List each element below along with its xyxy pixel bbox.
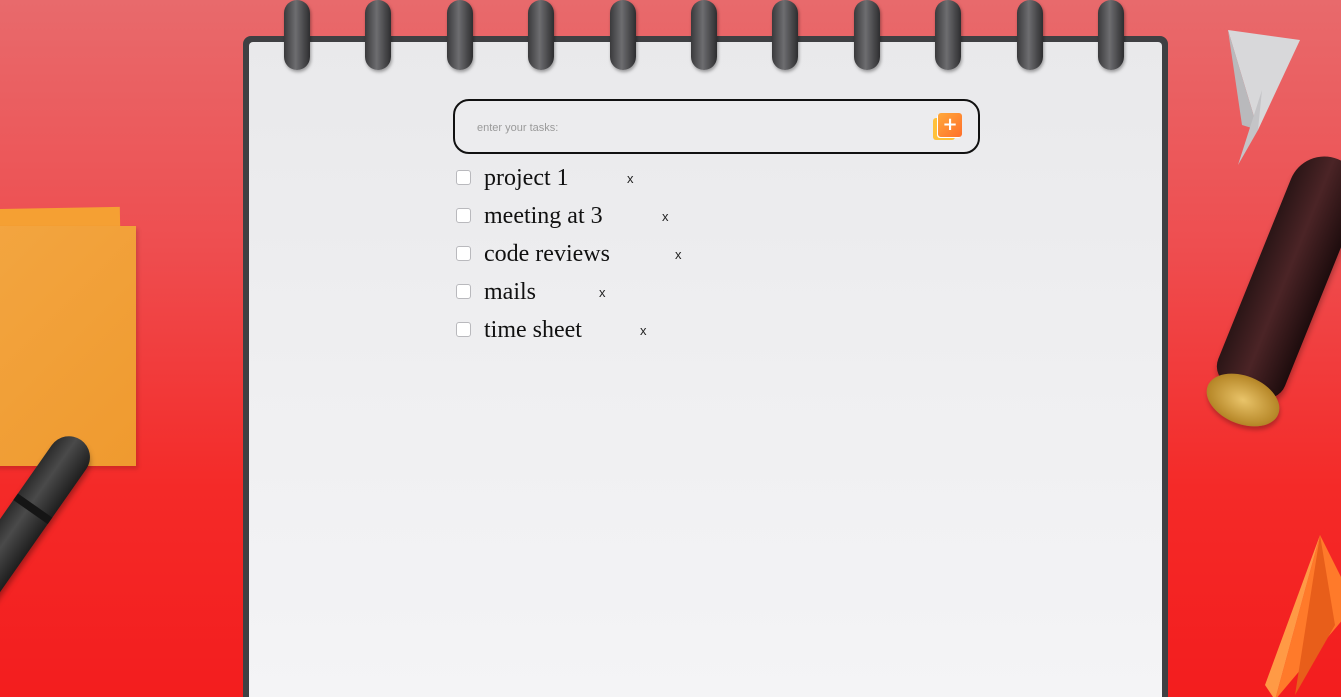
task-text: mails [484,279,536,305]
binder-ring [854,0,880,70]
task-input-container: + [453,99,980,154]
task-text: code reviews [484,241,610,267]
delete-task-button[interactable]: x [640,323,647,339]
task-input[interactable] [475,117,919,139]
task-checkbox[interactable] [456,322,471,337]
binder-ring [1098,0,1124,70]
task-list: project 1 x meeting at 3 x code reviews … [456,163,956,353]
wax-stamp-handle-decoration [1210,145,1341,405]
delete-task-button[interactable]: x [662,209,669,225]
pen-decoration [0,427,99,697]
paper-plane-decoration [1228,30,1300,165]
binder-ring [447,0,473,70]
task-checkbox[interactable] [456,284,471,299]
task-item: meeting at 3 x [456,201,956,239]
task-checkbox[interactable] [456,170,471,185]
binder-ring [284,0,310,70]
task-text: time sheet [484,317,582,343]
task-text: project 1 [484,165,569,191]
task-item: mails x [456,277,956,315]
sticky-note [0,226,136,466]
task-item: time sheet x [456,315,956,353]
task-item: project 1 x [456,163,956,201]
binder-ring [772,0,798,70]
binder-ring [691,0,717,70]
binder-ring [610,0,636,70]
binder-ring [528,0,554,70]
binder-ring [935,0,961,70]
binder-ring [1017,0,1043,70]
task-item: code reviews x [456,239,956,277]
delete-task-button[interactable]: x [599,285,606,301]
task-checkbox[interactable] [456,208,471,223]
delete-task-button[interactable]: x [627,171,634,187]
add-task-button[interactable]: + [933,113,963,143]
binder-ring [365,0,391,70]
orange-paper-plane-decoration [1265,535,1341,697]
delete-task-button[interactable]: x [675,247,682,263]
task-checkbox[interactable] [456,246,471,261]
add-task-icon: + [938,113,962,137]
task-text: meeting at 3 [484,203,603,229]
